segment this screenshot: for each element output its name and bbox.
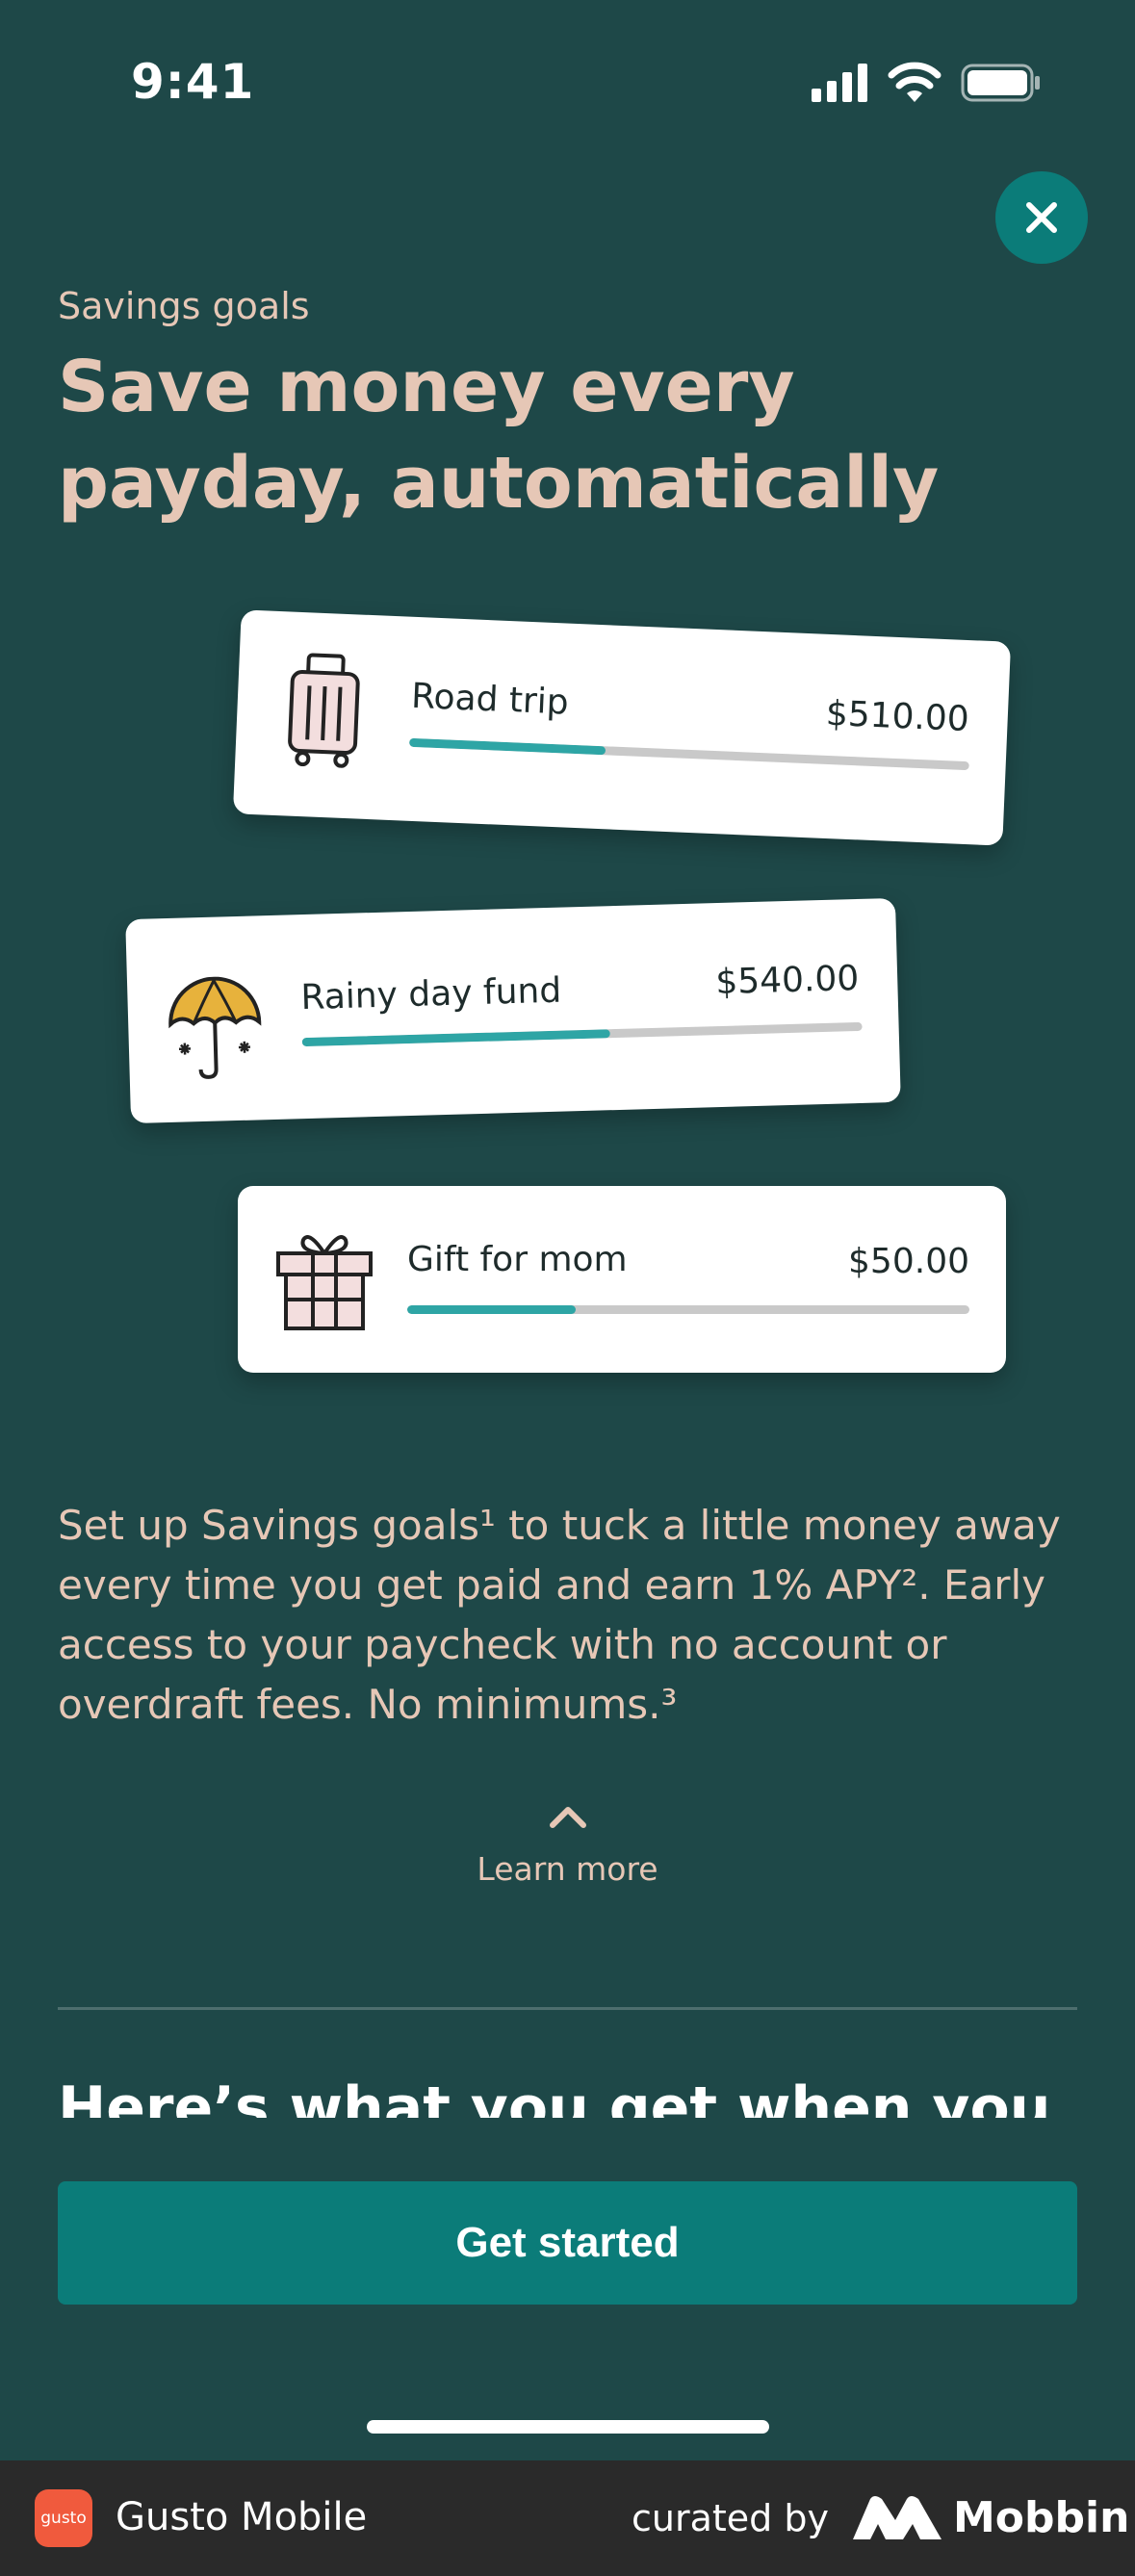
section-eyebrow: Savings goals <box>58 285 310 327</box>
goal-card-gift-for-mom: Gift for mom $50.00 <box>238 1186 1006 1373</box>
description-text: Set up Savings goals¹ to tuck a little m… <box>58 1502 1061 1728</box>
goal-progress-fill <box>301 1029 610 1047</box>
goal-amount: $540.00 <box>714 958 860 1003</box>
section-heading-peek: Here’s what you get when you set <box>58 2070 1097 2118</box>
mobbin-logo-icon <box>853 2496 942 2539</box>
curated-by-label: curated by <box>632 2497 829 2539</box>
goal-progress-bar <box>301 1021 863 1047</box>
goal-progress-bar <box>408 737 969 771</box>
goal-amount: $510.00 <box>825 693 970 740</box>
gusto-logo: gusto <box>35 2489 92 2547</box>
mobbin-brand: Mobbin <box>953 2493 1130 2542</box>
section-heading: Here’s what you get when you set <box>58 2074 1051 2118</box>
learn-more-link[interactable]: Learn more <box>0 1850 1135 1888</box>
wifi-icon <box>888 62 942 102</box>
gift-icon <box>276 1235 373 1330</box>
battery-icon <box>961 64 1040 102</box>
goal-card-road-trip: Road trip $510.00 <box>232 609 1012 846</box>
goal-card-rainy-day-fund: Rainy day fund $540.00 <box>125 897 901 1124</box>
suitcase-icon <box>288 653 360 768</box>
close-button[interactable] <box>995 171 1088 264</box>
attribution-footer: gusto Gusto Mobile curated by Mobbin <box>0 2460 1135 2576</box>
goal-name: Gift for mom <box>407 1240 628 1279</box>
app-name: Gusto Mobile <box>116 2495 368 2539</box>
cellular-signal-icon <box>812 64 867 102</box>
home-indicator[interactable] <box>367 2420 769 2434</box>
get-started-button[interactable]: Get started <box>58 2181 1077 2305</box>
divider <box>58 2007 1077 2010</box>
goal-amount: $50.00 <box>848 1242 969 1281</box>
page-title: Save money every payday, automatically <box>58 346 940 525</box>
goal-progress-fill <box>408 737 606 756</box>
goal-progress-fill <box>407 1305 577 1314</box>
close-icon <box>1026 202 1057 233</box>
goal-progress-bar <box>407 1305 969 1314</box>
goal-name: Rainy day fund <box>299 970 562 1018</box>
umbrella-icon <box>168 976 262 1079</box>
status-time: 9:41 <box>131 54 255 110</box>
goal-name: Road trip <box>410 676 570 723</box>
chevron-up-icon[interactable] <box>549 1804 587 1831</box>
